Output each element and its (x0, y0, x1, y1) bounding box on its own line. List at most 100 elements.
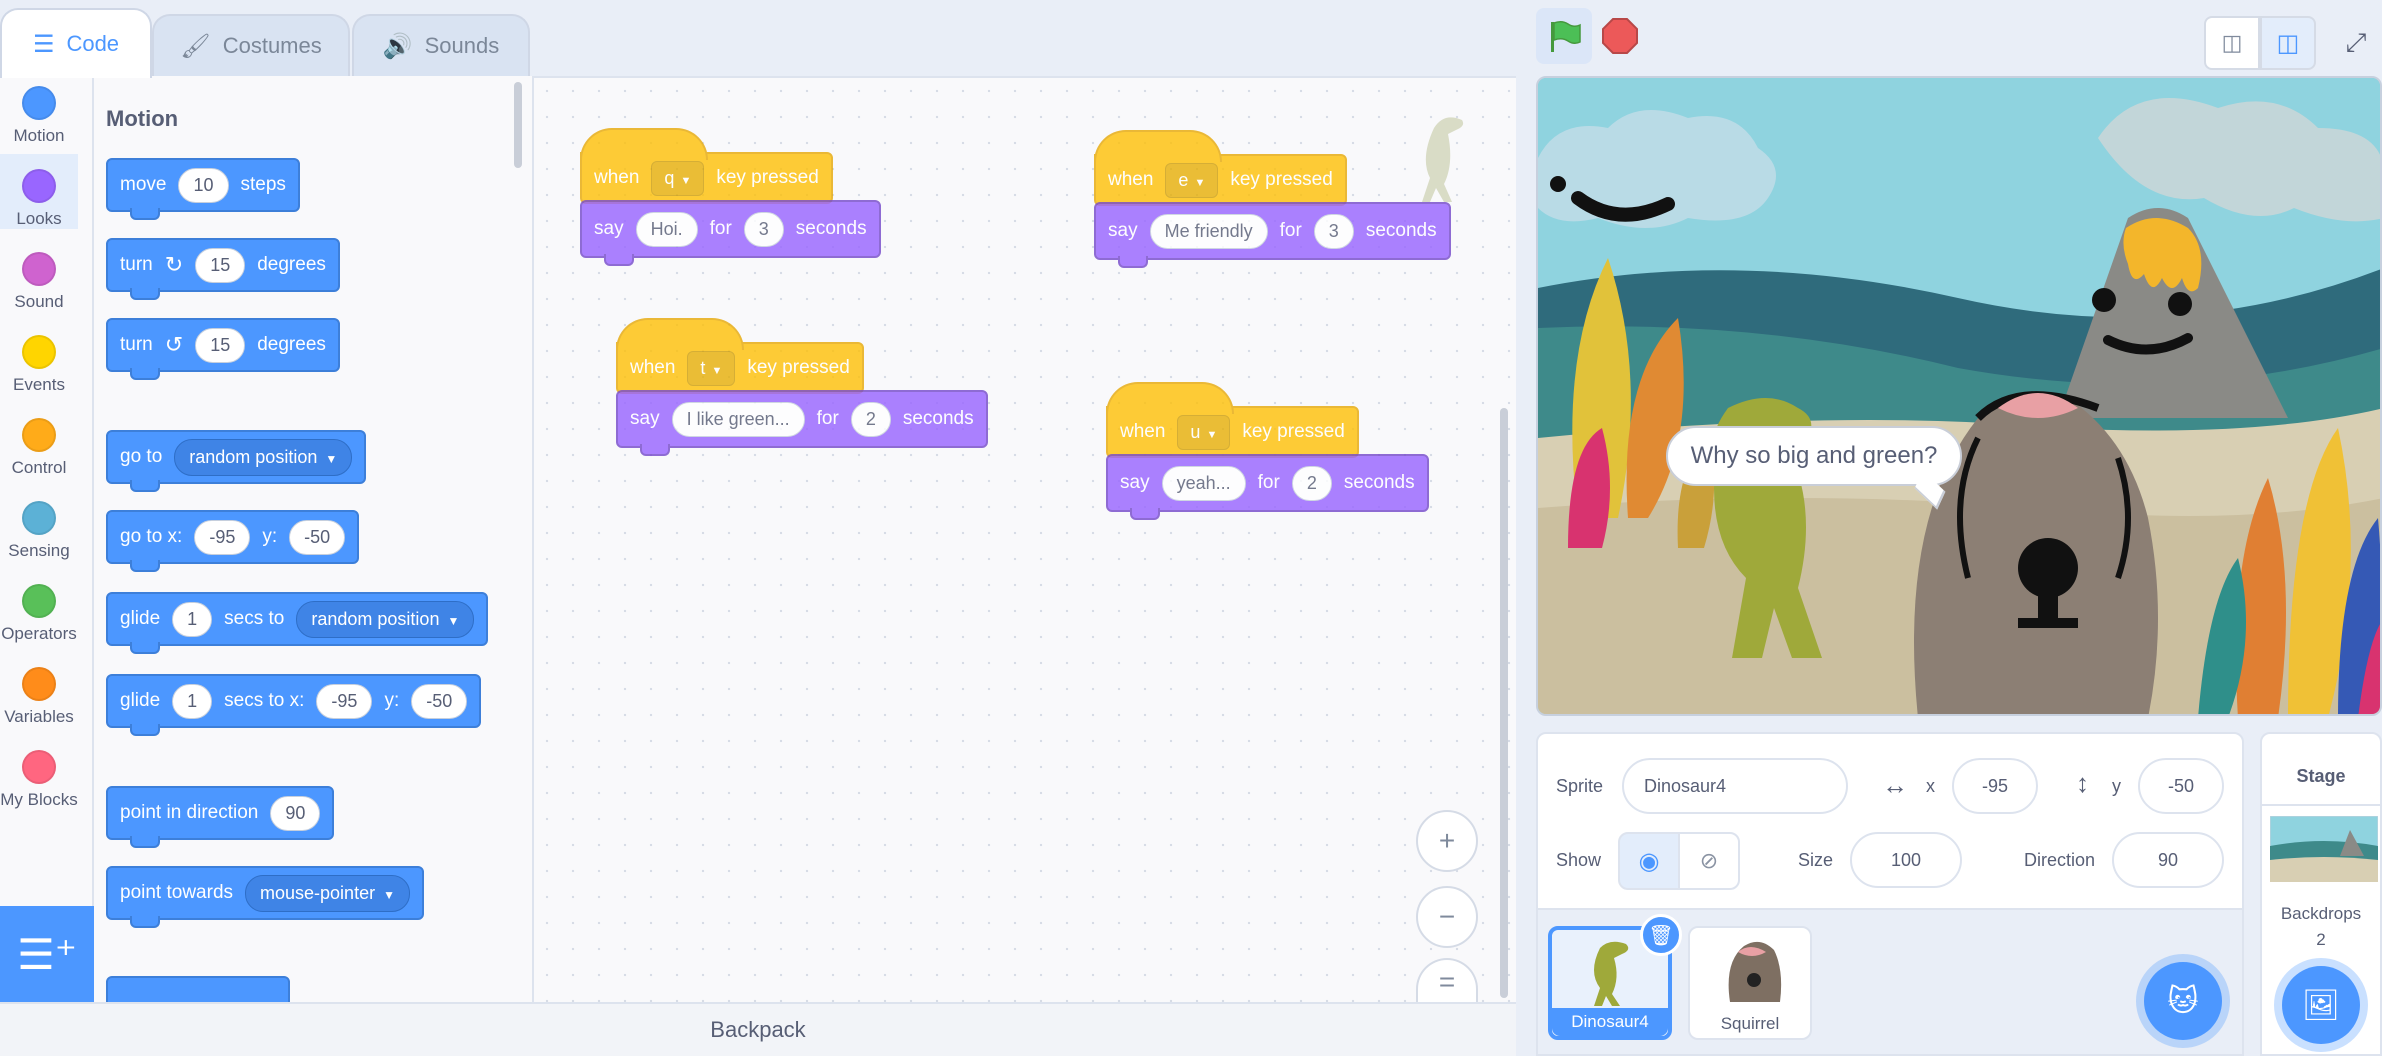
speaker-icon: 🔊 (382, 32, 413, 60)
show-visible-button[interactable]: ◉ (1618, 832, 1680, 890)
caret-down-icon: ▼ (325, 451, 338, 466)
go-to-block[interactable]: go to random position ▼ (106, 430, 367, 492)
extension-icon: ☰⁺ (17, 930, 77, 978)
zoom-in-icon: + (1438, 825, 1456, 856)
small-stage-icon: ◫ (2221, 30, 2243, 55)
caret-down-icon: ▼ (383, 887, 395, 902)
target-dropdown[interactable]: random position ▼ (174, 438, 353, 476)
message-input[interactable]: Me friendly (1149, 213, 1268, 249)
turn-left-block[interactable]: turn ↺ 15 degrees (106, 318, 340, 380)
size-field[interactable]: 100 (1850, 832, 1962, 888)
zoom-in-button[interactable]: + (1416, 810, 1478, 872)
choose-backdrop-button[interactable]: 🖼 (2282, 966, 2360, 1044)
tab-sounds[interactable]: 🔊 Sounds (352, 14, 530, 76)
glide-xy-block[interactable]: glide 1 secs to x: -95 y: -50 (106, 674, 482, 736)
secs-input[interactable]: 1 (172, 601, 213, 637)
category-control[interactable]: Control (0, 418, 78, 478)
code-workspace[interactable]: when q ▼ key pressed say Hoi. for 3 secon… (534, 76, 1516, 1004)
dinosaur-sprite-icon (1594, 941, 1629, 1006)
x-input[interactable]: -95 (194, 519, 251, 555)
stage-canvas[interactable]: Why so big and green? (1536, 76, 2382, 716)
key-dropdown[interactable]: t ▼ (687, 350, 736, 386)
block-text: degrees (257, 334, 326, 355)
glide-to-block[interactable]: glide 1 secs to random position ▼ (106, 592, 489, 654)
message-input[interactable]: Hoi. (635, 211, 698, 247)
key-dropdown[interactable]: e ▼ (1165, 162, 1219, 198)
say-for-secs-block[interactable]: say Me friendly for 3 seconds (1094, 202, 1451, 268)
tab-costumes[interactable]: 🖌 Costumes (152, 14, 350, 76)
x-position-field[interactable]: -95 (1952, 758, 2038, 814)
block-text: go to (120, 446, 163, 467)
direction-input[interactable]: 90 (270, 795, 321, 831)
when-key-pressed-hat[interactable]: when u ▼ key pressed (1106, 382, 1359, 458)
show-hidden-button[interactable]: ⊘ (1678, 832, 1740, 890)
turn-right-block[interactable]: turn ↻ 15 degrees (106, 238, 340, 300)
block-text: glide (120, 690, 161, 711)
say-for-secs-block[interactable]: say I like green... for 2 seconds (616, 390, 988, 456)
tab-code[interactable]: ☰ Code (0, 8, 152, 78)
secs-input[interactable]: 2 (850, 401, 891, 437)
key-dropdown[interactable]: q ▼ (651, 160, 705, 196)
y-input[interactable]: -50 (289, 519, 346, 555)
partial-block[interactable] (106, 976, 290, 1002)
message-input[interactable]: yeah... (1161, 465, 1246, 501)
say-for-secs-block[interactable]: say yeah... for 2 seconds (1106, 454, 1429, 520)
sprite-name-field[interactable]: Dinosaur4 (1622, 758, 1848, 814)
target-dropdown[interactable]: random position ▼ (296, 600, 475, 638)
move-steps-block[interactable]: move 10 steps (106, 158, 300, 220)
zoom-out-button[interactable]: − (1416, 886, 1478, 948)
backpack-bar[interactable]: Backpack (0, 1002, 1516, 1056)
target-dropdown[interactable]: mouse-pointer ▼ (245, 874, 410, 912)
steps-input[interactable]: 10 (178, 167, 229, 203)
stop-button[interactable] (1592, 8, 1648, 64)
secs-input[interactable]: 3 (1313, 213, 1354, 249)
fullscreen-button[interactable]: ⤢ (2330, 16, 2382, 70)
point-towards-block[interactable]: point towards mouse-pointer ▼ (106, 866, 424, 928)
direction-field[interactable]: 90 (2112, 832, 2224, 888)
speech-bubble: Why so big and green? (1666, 426, 1962, 486)
palette-scrollbar[interactable] (514, 82, 522, 168)
category-motion[interactable]: Motion (0, 86, 78, 146)
code-icon: ☰ (32, 30, 55, 58)
secs-input[interactable]: 3 (743, 211, 784, 247)
block-text: secs to x: (224, 690, 305, 711)
secs-input[interactable]: 2 (1291, 465, 1332, 501)
category-sensing[interactable]: Sensing (0, 501, 78, 561)
key-dropdown[interactable]: u ▼ (1177, 414, 1231, 450)
point-direction-block[interactable]: point in direction 90 (106, 786, 335, 848)
category-sound[interactable]: Sound (0, 252, 78, 312)
small-stage-button[interactable]: ◫ (2204, 16, 2260, 70)
category-operators[interactable]: Operators (0, 584, 78, 644)
sprite-thumb-squirrel[interactable]: Squirrel (1688, 926, 1812, 1040)
stage-selector-panel[interactable]: Stage Backdrops 2 🖼 (2260, 732, 2382, 1056)
category-my-blocks[interactable]: My Blocks (0, 750, 78, 810)
when-key-pressed-hat[interactable]: when t ▼ key pressed (616, 318, 864, 394)
y-position-field[interactable]: -50 (2138, 758, 2224, 814)
go-to-xy-block[interactable]: go to x: -95 y: -50 (106, 510, 360, 572)
message-input[interactable]: I like green... (671, 401, 805, 437)
choose-sprite-button[interactable]: 🐱 (2144, 962, 2222, 1040)
block-text: say (594, 218, 624, 239)
secs-input[interactable]: 1 (172, 683, 213, 719)
large-stage-button[interactable]: ◫ (2260, 16, 2316, 70)
degrees-input[interactable]: 15 (195, 247, 246, 283)
block-text: key pressed (1242, 421, 1345, 442)
green-flag-button[interactable] (1536, 8, 1592, 64)
sprite-name: Squirrel (1720, 1014, 1780, 1033)
when-key-pressed-hat[interactable]: when q ▼ key pressed (580, 128, 833, 204)
category-variables[interactable]: Variables (0, 667, 78, 727)
x-input[interactable]: -95 (316, 683, 373, 719)
category-events[interactable]: Events (0, 335, 78, 395)
block-text: when (1120, 421, 1166, 442)
say-for-secs-block[interactable]: say Hoi. for 3 seconds (580, 200, 881, 266)
category-looks[interactable]: Looks (0, 169, 78, 229)
when-key-pressed-hat[interactable]: when e ▼ key pressed (1094, 130, 1347, 206)
zoom-reset-button[interactable]: = (1416, 958, 1478, 1004)
caret-down-icon: ▼ (1206, 428, 1218, 441)
workspace-scrollbar[interactable] (1500, 408, 1508, 998)
backdrop-thumbnail (2270, 816, 2378, 882)
degrees-input[interactable]: 15 (195, 327, 246, 363)
delete-sprite-button[interactable]: 🗑 (1640, 914, 1682, 956)
add-extension-button[interactable]: ☰⁺ (0, 906, 94, 1002)
y-input[interactable]: -50 (411, 683, 468, 719)
